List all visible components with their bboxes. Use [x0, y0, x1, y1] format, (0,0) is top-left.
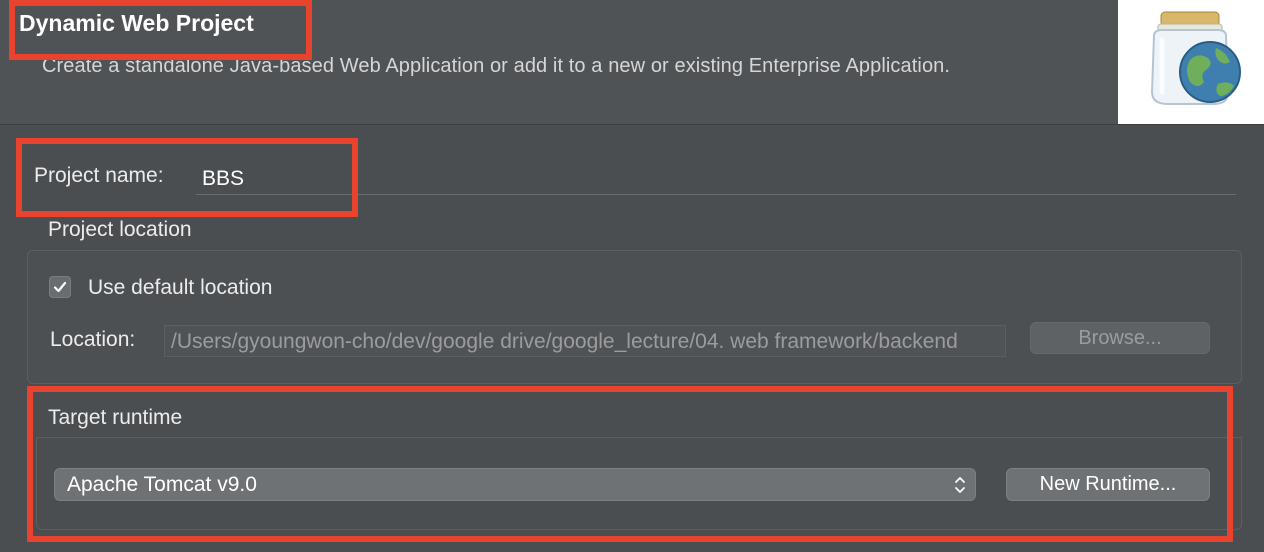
- use-default-location-label: Use default location: [88, 276, 273, 299]
- wizard-description: Create a standalone Java-based Web Appli…: [42, 55, 951, 77]
- target-runtime-label: Target runtime: [48, 406, 183, 429]
- use-default-location-checkbox[interactable]: [49, 276, 71, 298]
- project-name-value: BBS: [202, 167, 245, 190]
- project-location-label: Project location: [48, 218, 192, 241]
- project-location-group: [27, 250, 1242, 384]
- target-runtime-select[interactable]: Apache Tomcat v9.0: [54, 468, 976, 501]
- project-name-label: Project name:: [34, 164, 164, 187]
- browse-button[interactable]: Browse...: [1030, 322, 1210, 354]
- location-value: /Users/gyoungwon-cho/dev/google drive/go…: [171, 330, 958, 353]
- wizard-title: Dynamic Web Project: [19, 10, 254, 36]
- target-runtime-value: Apache Tomcat v9.0: [67, 473, 257, 496]
- location-label: Location:: [50, 328, 136, 351]
- project-name-field[interactable]: BBS: [196, 160, 1236, 195]
- jar-web-icon: [1118, 0, 1264, 124]
- checkmark-icon: [53, 281, 67, 293]
- new-runtime-button[interactable]: New Runtime...: [1006, 468, 1210, 501]
- updown-arrows-icon: [955, 477, 965, 493]
- location-field[interactable]: /Users/gyoungwon-cho/dev/google drive/go…: [164, 325, 1006, 357]
- wizard-banner: Dynamic Web Project Create a standalone …: [0, 0, 1264, 125]
